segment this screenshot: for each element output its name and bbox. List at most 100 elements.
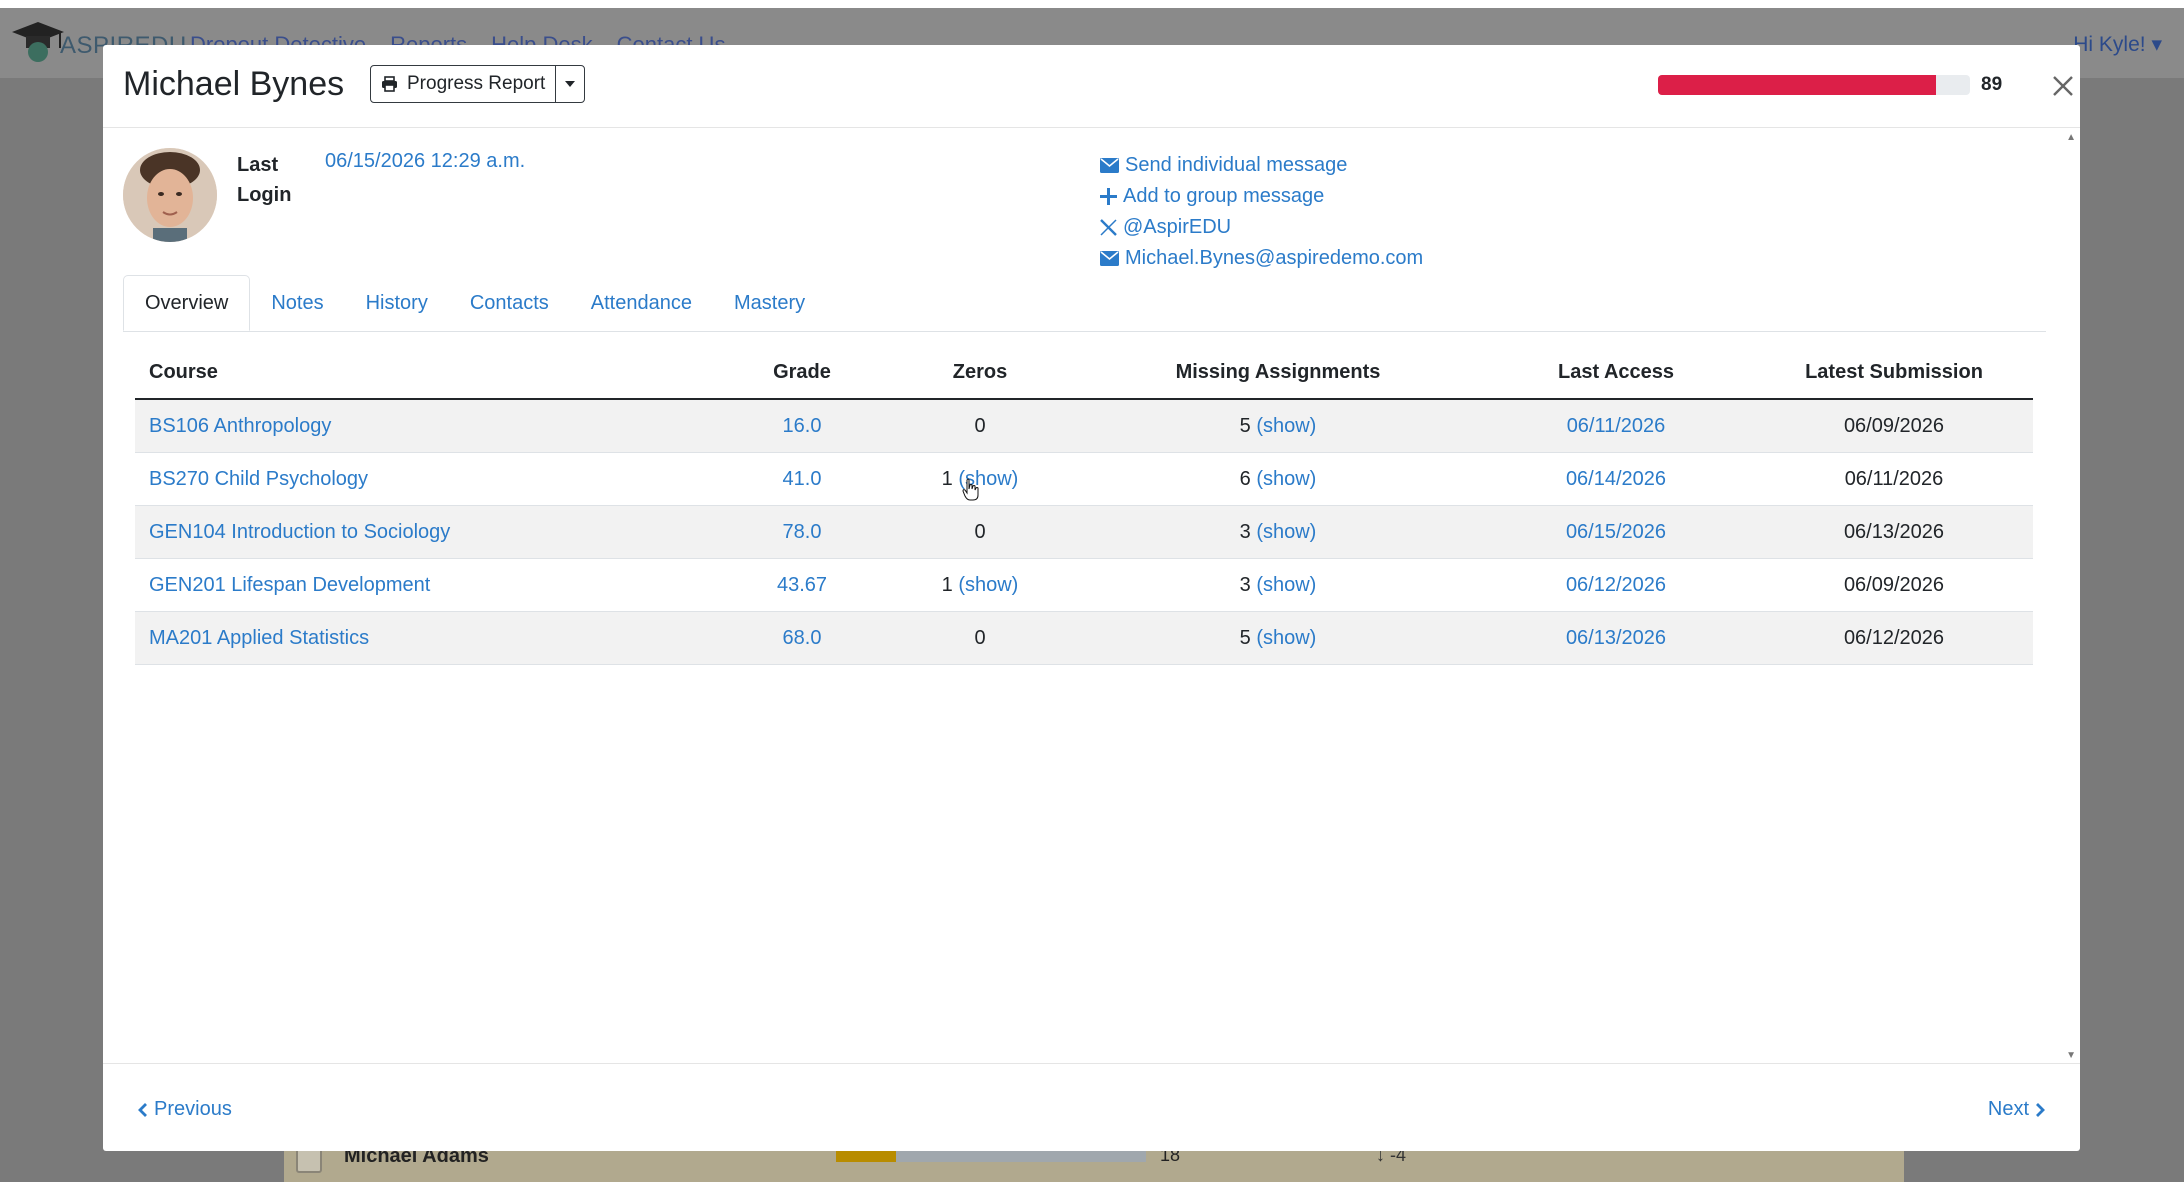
course-link[interactable]: GEN201 Lifespan Development bbox=[149, 574, 430, 596]
zeros-cell: 0 bbox=[881, 611, 1079, 665]
send-individual-message-link[interactable]: Send individual message bbox=[1100, 150, 1423, 181]
zeros-count: 1 bbox=[941, 573, 953, 596]
missing-assignments-cell: 5 (show) bbox=[1079, 611, 1477, 665]
missing-assignments-cell: 6 (show) bbox=[1079, 452, 1477, 506]
zeros-cell: 1 (show) bbox=[881, 558, 1079, 612]
last-login-label: Last Login bbox=[237, 154, 292, 206]
latest-submission-cell: 06/12/2026 bbox=[1755, 611, 2033, 665]
tab-history[interactable]: History bbox=[345, 275, 449, 331]
last-access-cell: 06/15/2026 bbox=[1477, 505, 1755, 559]
course-cell: GEN201 Lifespan Development bbox=[135, 558, 723, 612]
risk-score-bar bbox=[1658, 75, 1970, 95]
latest-submission-cell: 06/09/2026 bbox=[1755, 399, 2033, 453]
course-link[interactable]: MA201 Applied Statistics bbox=[149, 627, 369, 649]
show-link[interactable]: (show) bbox=[958, 574, 1018, 596]
add-to-group-message-link[interactable]: Add to group message bbox=[1100, 181, 1423, 212]
previous-student-button[interactable]: Previous bbox=[138, 1098, 232, 1121]
missing-count: 5 bbox=[1239, 626, 1251, 649]
last-access-link[interactable]: 06/11/2026 bbox=[1567, 415, 1666, 437]
show-link[interactable]: (show) bbox=[1256, 521, 1316, 543]
tab-notes[interactable]: Notes bbox=[250, 275, 344, 331]
zeros-cell: 0 bbox=[881, 505, 1079, 559]
table-row: GEN201 Lifespan Development 43.67 1 (show)… bbox=[135, 558, 2033, 612]
modal-footer: Previous Next bbox=[103, 1063, 2080, 1152]
last-login-value: 06/15/2026 12:29 a.m. bbox=[325, 150, 526, 172]
zeros-count: 0 bbox=[974, 414, 986, 437]
missing-assignments-cell: 3 (show) bbox=[1079, 558, 1477, 612]
close-icon[interactable] bbox=[2047, 70, 2079, 102]
zeros-count: 0 bbox=[974, 520, 986, 543]
missing-count: 6 bbox=[1239, 467, 1251, 490]
last-access-link[interactable]: 06/14/2026 bbox=[1566, 468, 1666, 490]
tab-contacts[interactable]: Contacts bbox=[449, 275, 570, 331]
email-link[interactable]: Michael.Bynes@aspiredemo.com bbox=[1100, 243, 1423, 274]
printer-icon bbox=[382, 76, 397, 92]
missing-count: 5 bbox=[1239, 414, 1251, 437]
show-link[interactable]: (show) bbox=[1256, 574, 1316, 596]
grade-link[interactable]: 43.67 bbox=[777, 574, 827, 596]
scroll-down-arrow-icon[interactable]: ▼ bbox=[2066, 1050, 2076, 1061]
last-access-cell: 06/13/2026 bbox=[1477, 611, 1755, 665]
grade-cell: 68.0 bbox=[723, 611, 881, 665]
modal-header: Michael Bynes Progress Report 89 bbox=[103, 45, 2080, 128]
user-greeting: Hi Kyle! ▾ bbox=[2073, 33, 2162, 56]
student-detail-modal: Michael Bynes Progress Report 89 ▲ Last … bbox=[103, 45, 2080, 1151]
missing-assignments-cell: 5 (show) bbox=[1079, 399, 1477, 453]
report-dropdown-toggle[interactable] bbox=[555, 66, 584, 102]
modal-body: ▲ Last Login 06/15/2026 12:29 a.m. Send … bbox=[103, 128, 2080, 1063]
caret-down-icon bbox=[565, 81, 576, 87]
tab-attendance[interactable]: Attendance bbox=[570, 275, 713, 331]
missing-count: 3 bbox=[1239, 520, 1251, 543]
x-logo-icon bbox=[1100, 219, 1117, 236]
column-header-latest-submission: Latest Submission bbox=[1755, 346, 2033, 400]
chevron-left-icon bbox=[138, 1102, 147, 1117]
table-row: BS106 Anthropology 16.0 0 5 (show) 06/11/202… bbox=[135, 399, 2033, 453]
contact-links: Send individual message Add to group mes… bbox=[1100, 150, 1423, 274]
column-header-course: Course bbox=[135, 346, 723, 400]
course-link[interactable]: BS106 Anthropology bbox=[149, 415, 331, 437]
column-header-last-access: Last Access bbox=[1477, 346, 1755, 400]
graduation-cap-logo-icon bbox=[12, 22, 64, 62]
grade-link[interactable]: 78.0 bbox=[783, 521, 822, 543]
envelope-icon bbox=[1100, 158, 1119, 173]
table-row: GEN104 Introduction to Sociology 78.0 0 3 (… bbox=[135, 505, 2033, 559]
show-link[interactable]: (show) bbox=[1256, 468, 1316, 490]
latest-submission-cell: 06/13/2026 bbox=[1755, 505, 2033, 559]
course-link[interactable]: GEN104 Introduction to Sociology bbox=[149, 521, 450, 543]
show-link[interactable]: (show) bbox=[1256, 627, 1316, 649]
course-cell: GEN104 Introduction to Sociology bbox=[135, 505, 723, 559]
show-link[interactable]: (show) bbox=[1256, 415, 1316, 437]
grade-cell: 43.67 bbox=[723, 558, 881, 612]
next-student-button[interactable]: Next bbox=[1988, 1098, 2045, 1121]
course-link[interactable]: BS270 Child Psychology bbox=[149, 468, 368, 490]
tab-overview[interactable]: Overview bbox=[123, 275, 251, 331]
last-access-cell: 06/14/2026 bbox=[1477, 452, 1755, 506]
last-access-link[interactable]: 06/13/2026 bbox=[1566, 627, 1666, 649]
scroll-up-arrow-icon[interactable]: ▲ bbox=[2066, 132, 2076, 143]
zeros-cell: 0 bbox=[881, 399, 1079, 453]
grade-link[interactable]: 41.0 bbox=[783, 468, 822, 490]
grade-link[interactable]: 16.0 bbox=[783, 415, 822, 437]
missing-assignments-cell: 3 (show) bbox=[1079, 505, 1477, 559]
student-name: Michael Bynes bbox=[123, 65, 345, 103]
grade-link[interactable]: 68.0 bbox=[783, 627, 822, 649]
last-access-cell: 06/12/2026 bbox=[1477, 558, 1755, 612]
risk-score-value: 89 bbox=[1981, 74, 2003, 95]
progress-report-button[interactable]: Progress Report bbox=[371, 66, 555, 102]
student-avatar bbox=[123, 148, 217, 242]
hand-cursor-icon bbox=[962, 478, 979, 501]
last-access-link[interactable]: 06/15/2026 bbox=[1566, 521, 1666, 543]
last-access-link[interactable]: 06/12/2026 bbox=[1566, 574, 1666, 596]
course-cell: MA201 Applied Statistics bbox=[135, 611, 723, 665]
course-cell: BS270 Child Psychology bbox=[135, 452, 723, 506]
table-header-row: Course Grade Zeros Missing Assignments L… bbox=[135, 346, 2033, 400]
zeros-count: 1 bbox=[941, 467, 953, 490]
social-handle-link[interactable]: @AspirEDU bbox=[1100, 212, 1423, 243]
column-header-missing-assignments: Missing Assignments bbox=[1079, 346, 1477, 400]
table-row: MA201 Applied Statistics 68.0 0 5 (show) 06/… bbox=[135, 611, 2033, 665]
latest-submission-cell: 06/11/2026 bbox=[1755, 452, 2033, 506]
tab-mastery[interactable]: Mastery bbox=[713, 275, 826, 331]
browser-top-strip bbox=[0, 0, 2184, 8]
progress-report-label: Progress Report bbox=[407, 73, 546, 94]
risk-score-bar-fill bbox=[1658, 75, 1936, 95]
